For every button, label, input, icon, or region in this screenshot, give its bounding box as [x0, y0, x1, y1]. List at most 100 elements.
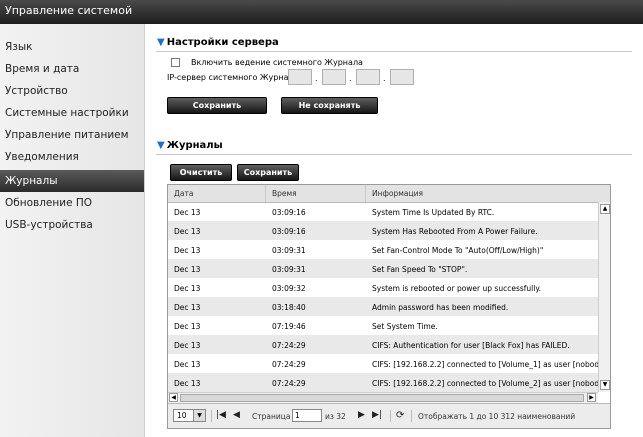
ip-dot: .: [315, 74, 318, 83]
table-row[interactable]: Dec 13 03:09:32 System is rebooted or po…: [168, 278, 598, 297]
cell-date: Dec 13: [174, 341, 201, 350]
save-settings-button[interactable]: Сохранить настройки: [167, 97, 267, 125]
column-divider: [365, 185, 366, 202]
save-logs-button[interactable]: Сохранить: [237, 164, 299, 181]
sidebar-item-device[interactable]: Устройство: [0, 80, 144, 102]
separator: [211, 410, 212, 422]
sidebar-item-time-date[interactable]: Время и дата: [0, 58, 144, 80]
cell-date: Dec 13: [174, 208, 201, 217]
sidebar-item-firmware[interactable]: Обновление ПО: [0, 192, 144, 214]
sidebar-item-usb[interactable]: USB-устройства: [0, 214, 144, 236]
scroll-thumb[interactable]: [180, 394, 584, 402]
horizontal-scrollbar[interactable]: ◀ ▶: [168, 392, 598, 403]
page-label: Страница: [252, 412, 291, 421]
cell-date: Dec 13: [174, 322, 201, 331]
sidebar-item-language[interactable]: Язык: [0, 36, 144, 58]
cell-time: 03:18:40: [272, 303, 306, 312]
title-bar: Управление системой: [0, 0, 643, 24]
cell-date: Dec 13: [174, 284, 201, 293]
cell-info: System is rebooted or power up successfu…: [372, 284, 542, 293]
cell-time: 03:09:16: [272, 208, 306, 217]
cell-date: Dec 13: [174, 265, 201, 274]
logs-title: Журналы: [166, 140, 223, 151]
cell-info: System Has Rebooted From A Power Failure…: [372, 227, 538, 236]
table-header: Дата Время Информация: [168, 185, 610, 203]
column-header-info[interactable]: Информация: [372, 189, 423, 198]
sidebar-item-system-settings[interactable]: Системные настройки: [0, 102, 144, 124]
cell-info: CIFS: Authentication for user [Black Fox…: [372, 341, 570, 350]
sidebar: Язык Время и дата Устройство Системные н…: [0, 24, 145, 437]
cell-info: Set Fan-Control Mode To "Auto(Off/Low/Hi…: [372, 246, 544, 255]
cell-time: 03:09:31: [272, 265, 306, 274]
ip-octet-2-field[interactable]: [322, 69, 346, 85]
cell-date: Dec 13: [174, 227, 201, 236]
cell-info: CIFS: [192.168.2.2] connected to [Volume…: [372, 379, 609, 388]
column-divider: [265, 185, 266, 202]
enable-log-label: Включить ведение системного Журнала: [191, 58, 363, 67]
ip-dot: .: [349, 74, 352, 83]
cell-info: System Time Is Updated By RTC.: [372, 208, 495, 217]
divider: [156, 51, 632, 52]
page-size-select[interactable]: 10 ▼: [173, 409, 206, 422]
table-row[interactable]: Dec 13 07:19:46 Set System Time.: [168, 316, 598, 335]
last-page-icon[interactable]: ▶|: [372, 410, 382, 420]
prev-page-icon[interactable]: ◀: [233, 410, 240, 420]
next-page-icon[interactable]: ▶: [358, 410, 365, 420]
app-title: Управление системой: [5, 4, 133, 17]
triangle-down-icon: ▼: [157, 37, 165, 48]
cell-info: Set Fan Speed To "STOP".: [372, 265, 468, 274]
cell-date: Dec 13: [174, 303, 201, 312]
clear-logs-button[interactable]: Очистить: [170, 164, 232, 181]
cell-time: 07:24:29: [272, 379, 306, 388]
sidebar-item-notifications[interactable]: Уведомления: [0, 146, 144, 168]
server-settings-heading: ▼ Настройки сервера: [157, 37, 279, 48]
column-header-date[interactable]: Дата: [174, 189, 193, 198]
table-row[interactable]: Dec 13 03:09:16 System Time Is Updated B…: [168, 202, 598, 221]
scroll-up-icon[interactable]: ▲: [600, 204, 610, 214]
cancel-button[interactable]: Не сохранять: [281, 97, 378, 114]
cell-date: Dec 13: [174, 246, 201, 255]
ip-dot: .: [383, 74, 386, 83]
separator: [390, 410, 391, 422]
table-row[interactable]: Dec 13 03:09:31 Set Fan Speed To "STOP".: [168, 259, 598, 278]
sidebar-item-logs[interactable]: Журналы: [0, 170, 144, 192]
scroll-down-icon[interactable]: ▼: [600, 380, 610, 390]
cell-info: Admin password has been modified.: [372, 303, 509, 312]
first-page-icon[interactable]: |◀: [216, 410, 226, 420]
cell-time: 07:19:46: [272, 322, 306, 331]
cell-time: 03:09:32: [272, 284, 306, 293]
cell-date: Dec 13: [174, 360, 201, 369]
vertical-scrollbar[interactable]: ▲ ▼: [598, 202, 610, 392]
refresh-icon[interactable]: ⟳: [396, 410, 404, 421]
cell-time: 03:09:16: [272, 227, 306, 236]
table-row[interactable]: Dec 13 07:24:29 CIFS: Authentication for…: [168, 335, 598, 354]
column-header-time[interactable]: Время: [272, 189, 297, 198]
enable-log-checkbox[interactable]: [171, 58, 180, 67]
cell-date: Dec 13: [174, 379, 201, 388]
triangle-down-icon: ▼: [157, 140, 165, 151]
table-row[interactable]: Dec 13 03:18:40 Admin password has been …: [168, 297, 598, 316]
page-count: из 32: [325, 412, 346, 421]
page-size-value: 10: [177, 411, 187, 420]
table-row[interactable]: Dec 13 07:24:29 CIFS: [192.168.2.2] conn…: [168, 354, 609, 373]
pagination-bar: 10 ▼ |◀ ◀ Страница 1 из 32 ▶ ▶| ⟳ Отобра…: [168, 403, 610, 428]
sidebar-item-power[interactable]: Управление питанием: [0, 124, 144, 146]
separator: [411, 410, 412, 422]
table-row[interactable]: Dec 13 03:09:31 Set Fan-Control Mode To …: [168, 240, 598, 259]
ip-octet-4-field[interactable]: [390, 69, 414, 85]
cell-info: Set System Time.: [372, 322, 438, 331]
scroll-right-icon[interactable]: ▶: [587, 393, 596, 402]
ip-server-label: IP-сервер системного Журнала: [167, 73, 299, 82]
table-row[interactable]: Dec 13 07:24:29 CIFS: [192.168.2.2] conn…: [168, 373, 609, 392]
scroll-left-icon[interactable]: ◀: [169, 393, 178, 402]
pagination-summary: Отображать 1 до 10 312 наименований: [418, 412, 576, 421]
cell-time: 03:09:31: [272, 246, 306, 255]
page-number-input[interactable]: 1: [292, 409, 322, 422]
cell-time: 07:24:29: [272, 360, 306, 369]
logs-heading: ▼ Журналы: [157, 140, 223, 151]
cell-info: CIFS: [192.168.2.2] connected to [Volume…: [372, 360, 609, 369]
cell-time: 07:24:29: [272, 341, 306, 350]
table-row[interactable]: Dec 13 03:09:16 System Has Rebooted From…: [168, 221, 598, 240]
ip-octet-1-field[interactable]: [288, 69, 312, 85]
ip-octet-3-field[interactable]: [356, 69, 380, 85]
